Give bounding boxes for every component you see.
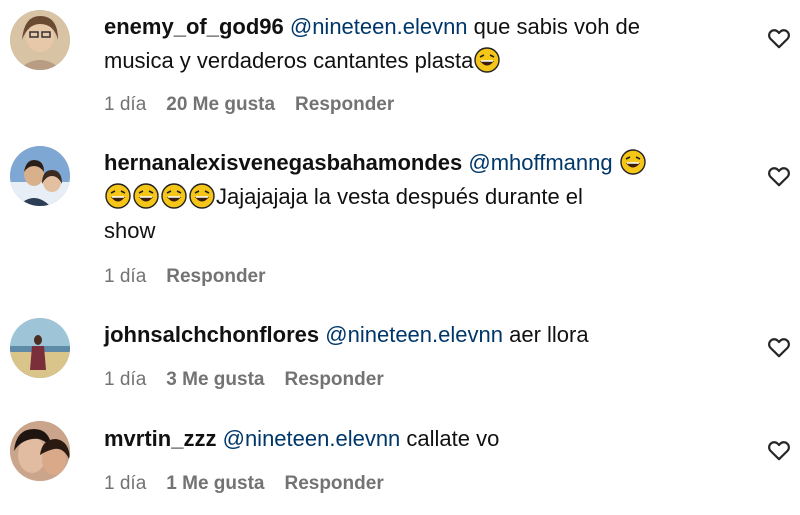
- comment-username[interactable]: enemy_of_god96: [104, 14, 284, 39]
- comment-body: callate vo: [406, 426, 500, 451]
- reply-button[interactable]: Responder: [284, 473, 383, 495]
- comment-text: enemy_of_god96 @nineteen.elevnn que sabi…: [104, 10, 734, 78]
- comment-meta: 1 día Responder: [104, 266, 266, 288]
- comment-mention[interactable]: @mhoffmanng: [468, 150, 612, 175]
- comment-meta: 1 día 1 Me gusta Responder: [104, 473, 384, 495]
- comment-username[interactable]: johnsalchchonflores: [104, 322, 319, 347]
- comment-text: hernanalexisvenegasbahamondes @mhoffmann…: [104, 146, 734, 248]
- laughing-emoji: [620, 149, 646, 175]
- heart-outline-icon[interactable]: [766, 25, 792, 51]
- laughing-emoji: [474, 47, 501, 73]
- comment-body: musica y verdaderos cantantes plasta: [104, 48, 474, 73]
- reply-button[interactable]: Responder: [284, 369, 383, 391]
- laughing-emoji: [189, 183, 215, 209]
- avatar[interactable]: [10, 146, 70, 206]
- comment-time: 1 día: [104, 473, 147, 494]
- comment-body: que sabis voh de: [473, 14, 641, 39]
- avatar[interactable]: [10, 421, 70, 481]
- comment-body: Jajajajaja la vesta después durante el: [216, 184, 583, 209]
- reply-button[interactable]: Responder: [166, 266, 265, 288]
- comment-time: 1 día: [104, 369, 147, 390]
- comment-time: 1 día: [104, 94, 147, 115]
- likes-count[interactable]: 3 Me gusta: [166, 369, 264, 391]
- heart-outline-icon[interactable]: [766, 163, 792, 189]
- likes-count[interactable]: 20 Me gusta: [166, 94, 275, 116]
- laughing-emoji: [161, 183, 187, 209]
- comment-username[interactable]: mvrtin_zzz: [104, 426, 216, 451]
- comment-mention[interactable]: @nineteen.elevnn: [223, 426, 401, 451]
- comment-text: mvrtin_zzz @nineteen.elevnn callate vo: [104, 422, 734, 456]
- comment-meta: 1 día 3 Me gusta Responder: [104, 369, 384, 391]
- avatar[interactable]: [10, 10, 70, 70]
- comment-text: johnsalchchonflores @nineteen.elevnn aer…: [104, 318, 734, 352]
- laughing-emoji: [105, 183, 131, 209]
- likes-count[interactable]: 1 Me gusta: [166, 473, 264, 495]
- comment-meta: 1 día 20 Me gusta Responder: [104, 94, 394, 116]
- comment-mention[interactable]: @nineteen.elevnn: [290, 14, 468, 39]
- comment-body: show: [104, 218, 156, 243]
- comment-time: 1 día: [104, 266, 147, 287]
- heart-outline-icon[interactable]: [766, 334, 792, 360]
- comment-mention[interactable]: @nineteen.elevnn: [325, 322, 503, 347]
- reply-button[interactable]: Responder: [295, 94, 394, 116]
- avatar[interactable]: [10, 318, 70, 378]
- heart-outline-icon[interactable]: [766, 437, 792, 463]
- comment-body: aer llora: [509, 322, 589, 347]
- laughing-emoji: [133, 183, 159, 209]
- comment-username[interactable]: hernanalexisvenegasbahamondes: [104, 150, 462, 175]
